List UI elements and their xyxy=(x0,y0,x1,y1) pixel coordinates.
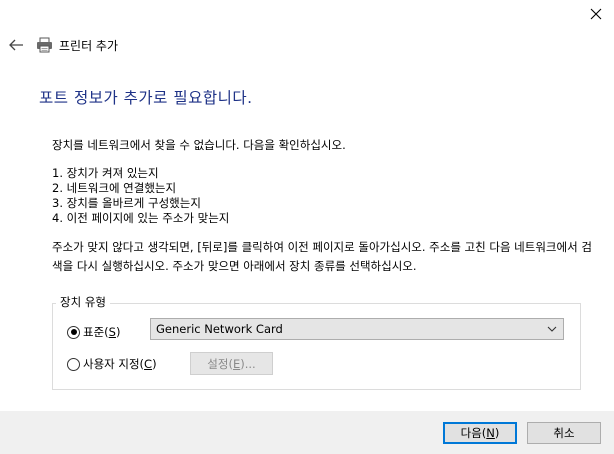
custom-radio[interactable]: 사용자 지정(C) xyxy=(67,356,157,372)
checklist-item: 4. 이전 페이지에 있는 주소가 맞는지 xyxy=(52,211,230,225)
next-button-label: 다음(N) xyxy=(460,426,500,440)
checklist: 1. 장치가 켜져 있는지 2. 네트워크에 연결했는지 3. 장치를 올바르게… xyxy=(52,166,229,226)
note-text: 주소가 맞지 않다고 생각되면, [뒤로]를 클릭하여 이전 페이지로 돌아가십… xyxy=(52,240,592,273)
back-button[interactable] xyxy=(8,38,24,52)
cancel-button-label: 취소 xyxy=(553,426,575,440)
device-type-select-value: Generic Network Card xyxy=(156,322,283,336)
page-heading: 포트 정보가 추가로 필요합니다. xyxy=(39,89,253,107)
radio-button[interactable] xyxy=(67,357,80,371)
device-type-group xyxy=(52,303,581,390)
standard-radio-label: 표준(S) xyxy=(83,325,121,339)
footer-bar xyxy=(0,411,614,454)
message-text: 장치를 네트워크에서 찾을 수 없습니다. 다음을 확인하십시오. xyxy=(52,138,346,152)
checklist-item: 1. 장치가 켜져 있는지 xyxy=(52,166,159,180)
settings-button-label: 설정(E)... xyxy=(207,356,256,371)
window-title: 프린터 추가 xyxy=(59,39,119,53)
custom-radio-label: 사용자 지정(C) xyxy=(83,357,157,371)
close-button[interactable] xyxy=(588,6,604,22)
checklist-item: 2. 네트워크에 연결했는지 xyxy=(52,181,177,195)
arrow-left-icon xyxy=(9,39,23,51)
cancel-button[interactable]: 취소 xyxy=(527,422,601,444)
close-icon xyxy=(590,8,602,20)
device-type-select[interactable]: Generic Network Card xyxy=(150,318,564,340)
radio-button-selected[interactable] xyxy=(67,325,80,339)
settings-button[interactable]: 설정(E)... xyxy=(190,352,273,375)
checklist-item: 3. 장치를 올바르게 구성했는지 xyxy=(52,196,201,210)
device-type-legend: 장치 유형 xyxy=(56,294,110,310)
chevron-down-icon xyxy=(547,326,557,332)
standard-radio[interactable]: 표준(S) xyxy=(67,324,120,340)
next-button[interactable]: 다음(N) xyxy=(443,422,517,444)
printer-icon xyxy=(36,37,53,53)
